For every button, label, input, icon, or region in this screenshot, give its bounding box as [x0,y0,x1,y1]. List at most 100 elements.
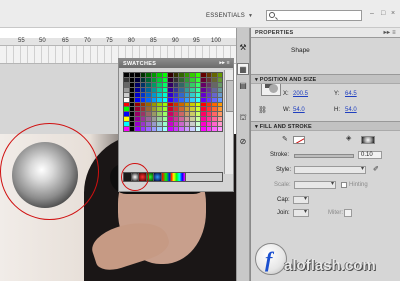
color-swatch[interactable] [157,87,162,92]
color-swatch[interactable] [146,127,151,131]
x-value[interactable]: 200.5 [293,91,308,97]
properties-header[interactable]: PROPERTIES ▸▸ ≡ [251,28,400,38]
color-swatch[interactable] [184,117,189,122]
color-swatch[interactable] [168,122,173,127]
color-swatch[interactable] [151,77,156,82]
color-swatch[interactable] [162,87,167,92]
color-swatch[interactable] [140,82,145,87]
color-swatch[interactable] [151,97,156,102]
color-swatch[interactable] [212,73,217,77]
color-swatch[interactable] [179,107,184,112]
color-swatch[interactable] [135,82,140,87]
color-swatch[interactable] [201,87,206,92]
color-swatch[interactable] [157,127,162,131]
color-swatch[interactable] [124,92,129,97]
color-swatch[interactable] [206,122,211,127]
scale-dropdown[interactable] [294,180,336,189]
color-swatch[interactable] [190,122,195,127]
color-swatch[interactable] [179,112,184,117]
color-swatch[interactable] [140,127,145,131]
color-swatch[interactable] [201,107,206,112]
color-swatch[interactable] [217,77,222,82]
minimize-button[interactable]: – [370,10,374,17]
color-swatch[interactable] [129,73,134,77]
color-swatch[interactable] [206,117,211,122]
color-swatch[interactable] [146,107,151,112]
color-swatch[interactable] [190,77,195,82]
color-swatch[interactable] [129,102,134,107]
color-swatch[interactable] [124,87,129,92]
color-swatch[interactable] [190,107,195,112]
color-swatch[interactable] [135,122,140,127]
w-value[interactable]: 54.0 [293,107,305,113]
color-swatch[interactable] [195,102,200,107]
color-swatch[interactable] [157,112,162,117]
color-swatch[interactable] [179,122,184,127]
color-swatch[interactable] [173,107,178,112]
color-swatch[interactable] [206,77,211,82]
color-swatch[interactable] [179,92,184,97]
color-swatch[interactable] [201,77,206,82]
color-swatch[interactable] [217,92,222,97]
color-swatch[interactable] [124,117,129,122]
color-swatch[interactable] [129,107,134,112]
color-swatch[interactable] [206,87,211,92]
color-swatch[interactable] [129,112,134,117]
color-swatch[interactable] [140,122,145,127]
color-swatch[interactable] [157,122,162,127]
color-swatch[interactable] [190,73,195,77]
color-swatch[interactable] [151,87,156,92]
color-swatch[interactable] [184,97,189,102]
color-swatch[interactable] [135,112,140,117]
color-swatch[interactable] [140,87,145,92]
hinting-checkbox[interactable] [341,182,347,188]
workspace-switcher[interactable]: ESSENTIALS ▼ [206,11,253,21]
color-swatch[interactable] [168,127,173,131]
color-swatch[interactable] [179,117,184,122]
color-swatch[interactable] [179,127,184,131]
color-swatch[interactable] [146,97,151,102]
color-swatch[interactable] [184,102,189,107]
color-swatch[interactable] [217,102,222,107]
color-swatch[interactable] [151,117,156,122]
color-swatch[interactable] [206,82,211,87]
color-swatch[interactable] [162,92,167,97]
color-swatch[interactable] [151,102,156,107]
tool-icon[interactable]: ⚒ [237,42,249,54]
color-swatch[interactable] [217,117,222,122]
color-swatch[interactable] [206,97,211,102]
eyedropper-icon[interactable]: ✐ [373,165,379,173]
color-swatch[interactable] [168,73,173,77]
color-swatch[interactable] [140,97,145,102]
color-swatch[interactable] [168,112,173,117]
join-dropdown[interactable] [293,208,309,217]
color-swatch[interactable] [135,77,140,82]
color-swatch[interactable] [190,87,195,92]
color-swatch[interactable] [124,77,129,82]
color-swatch[interactable] [217,82,222,87]
stroke-slider[interactable] [294,154,354,158]
color-swatch[interactable] [195,77,200,82]
color-swatch[interactable] [135,102,140,107]
stroke-color-swatch[interactable] [293,136,305,144]
color-swatch[interactable] [162,97,167,102]
color-swatch[interactable] [124,102,129,107]
color-swatch[interactable] [173,73,178,77]
color-swatch[interactable] [184,92,189,97]
color-swatch[interactable] [146,92,151,97]
panel-menu-icon[interactable]: ▸▸ ≡ [219,60,230,66]
color-swatch[interactable] [151,127,156,131]
color-swatch[interactable] [179,87,184,92]
color-swatch[interactable] [184,127,189,131]
color-swatch[interactable] [151,73,156,77]
color-swatch[interactable] [162,107,167,112]
color-swatch[interactable] [151,92,156,97]
color-swatch[interactable] [162,102,167,107]
color-swatch[interactable] [124,73,129,77]
color-swatch[interactable] [162,73,167,77]
color-swatch[interactable] [173,112,178,117]
color-swatch[interactable] [173,127,178,131]
color-swatch[interactable] [129,127,134,131]
color-swatch[interactable] [217,122,222,127]
miter-input[interactable] [344,209,352,217]
